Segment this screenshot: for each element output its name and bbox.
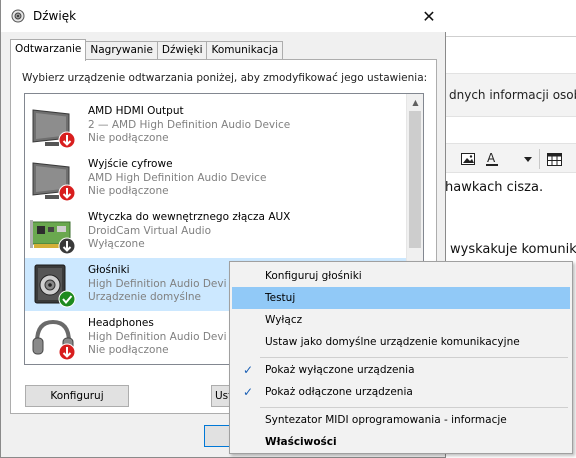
menu-item-label: Pokaż wyłączone urządzenia [265,364,415,376]
background-info-text: dnych informacji osobi [449,88,576,102]
menu-item-set-default-communication[interactable]: Ustaw jako domyślne urządzenie komunikac… [232,331,570,353]
menu-item-label: Właściwości [265,436,337,448]
configure-button[interactable]: Konfiguruj [25,385,129,407]
menu-item-label: Testuj [265,292,296,304]
device-status: Nie podłączone [88,344,169,356]
instruction-text: Wybierz urządzenie odtwarzania poniżej, … [22,72,428,84]
monitor-icon [32,109,76,149]
sound-card-icon [30,220,76,255]
tab-sounds[interactable]: Dźwięki [156,41,208,60]
device-driver: AMD High Definition Audio Device [88,171,267,184]
table-icon[interactable] [543,148,565,170]
background-format-toolbar: A [445,143,576,173]
device-item-amd-hdmi[interactable]: AMD HDMI Output 2 — AMD High Definition … [25,99,408,152]
device-status: Nie podłączone [88,132,169,144]
menu-item-label: Wyłącz [265,314,303,326]
menu-item-label: Ustaw jako domyślne urządzenie komunikac… [265,336,520,348]
background-text-line: wyskakuje komunik [450,242,576,257]
title-bar: Dźwięk ✕ [1,0,446,32]
device-name: Głośniki [88,264,130,276]
checkmark-icon: ✓ [243,385,254,399]
menu-item-disable[interactable]: Wyłącz [232,309,570,331]
device-text: Głośniki High Definition Audio Devi Urzą… [88,264,227,305]
device-name: Headphones [88,317,154,329]
close-button[interactable]: ✕ [412,0,446,32]
device-name: Wyjście cyfrowe [88,158,173,170]
device-driver: 2 — AMD High Definition Audio Device [88,118,291,131]
menu-item-show-disconnected[interactable]: ✓ Pokaż odłączone urządzenia [232,381,570,403]
device-text: Headphones High Definition Audio Devi Ni… [88,317,227,358]
device-item-digital-output[interactable]: Wyjście cyfrowe AMD High Definition Audi… [25,152,408,205]
close-icon: ✕ [422,6,436,26]
speaker-title-icon [11,9,25,23]
background-text-line: hawkach cisza. [445,180,544,195]
tab-playback[interactable]: Odtwarzanie [10,39,87,61]
scroll-thumb[interactable] [409,111,421,248]
menu-item-test[interactable]: Testuj [232,287,570,309]
menu-item-properties[interactable]: Właściwości [232,431,570,453]
menu-separator [260,407,568,408]
device-name: AMD HDMI Output [88,105,184,117]
headphones-icon [32,319,76,361]
device-driver: High Definition Audio Devi [88,330,227,343]
font-color-icon[interactable]: A [481,148,503,170]
background-divider [445,36,576,37]
menu-item-show-disabled[interactable]: ✓ Pokaż wyłączone urządzenia [232,359,570,381]
speaker-icon [34,264,76,308]
device-text: AMD HDMI Output 2 — AMD High Definition … [88,105,290,146]
menu-item-label: Konfiguruj głośniki [265,270,362,282]
menu-item-midi-info[interactable]: Syntezator MIDI oprogramowania - informa… [232,409,570,431]
device-driver: DroidCam Virtual Audio [88,224,212,237]
scroll-up-arrow-icon[interactable]: ▲ [407,94,423,111]
device-name: Wtyczka do wewnętrznego złącza AUX [88,211,291,223]
context-menu: Konfiguruj głośniki Testuj Wyłącz Ustaw … [229,261,573,454]
device-status: Urządzenie domyślne [88,291,201,303]
insert-image-icon[interactable] [457,148,479,170]
checkmark-icon: ✓ [243,363,254,377]
svg-text:A: A [487,151,496,165]
tab-strip: Odtwarzanie Nagrywanie Dźwięki Komunikac… [10,39,284,61]
tab-recording[interactable]: Nagrywanie [85,41,158,60]
menu-item-configure-speakers[interactable]: Konfiguruj głośniki [232,265,570,287]
monitor-icon [32,162,76,202]
device-status: Wyłączone [88,238,145,250]
device-status: Nie podłączone [88,185,169,197]
background-info-bar: dnych informacji osobi [445,73,576,117]
menu-item-label: Syntezator MIDI oprogramowania - informa… [265,414,507,426]
window-title: Dźwięk [33,9,77,23]
dropdown-arrow-icon[interactable] [521,148,535,170]
device-text: Wyjście cyfrowe AMD High Definition Audi… [88,158,266,199]
device-driver: High Definition Audio Devi [88,277,227,290]
menu-separator [260,357,568,358]
toolbar-separator [539,149,540,169]
device-item-aux[interactable]: Wtyczka do wewnętrznego złącza AUX Droid… [25,205,408,258]
device-text: Wtyczka do wewnętrznego złącza AUX Droid… [88,211,290,252]
menu-item-label: Pokaż odłączone urządzenia [265,386,413,398]
tab-communications[interactable]: Komunikacja [206,41,284,60]
